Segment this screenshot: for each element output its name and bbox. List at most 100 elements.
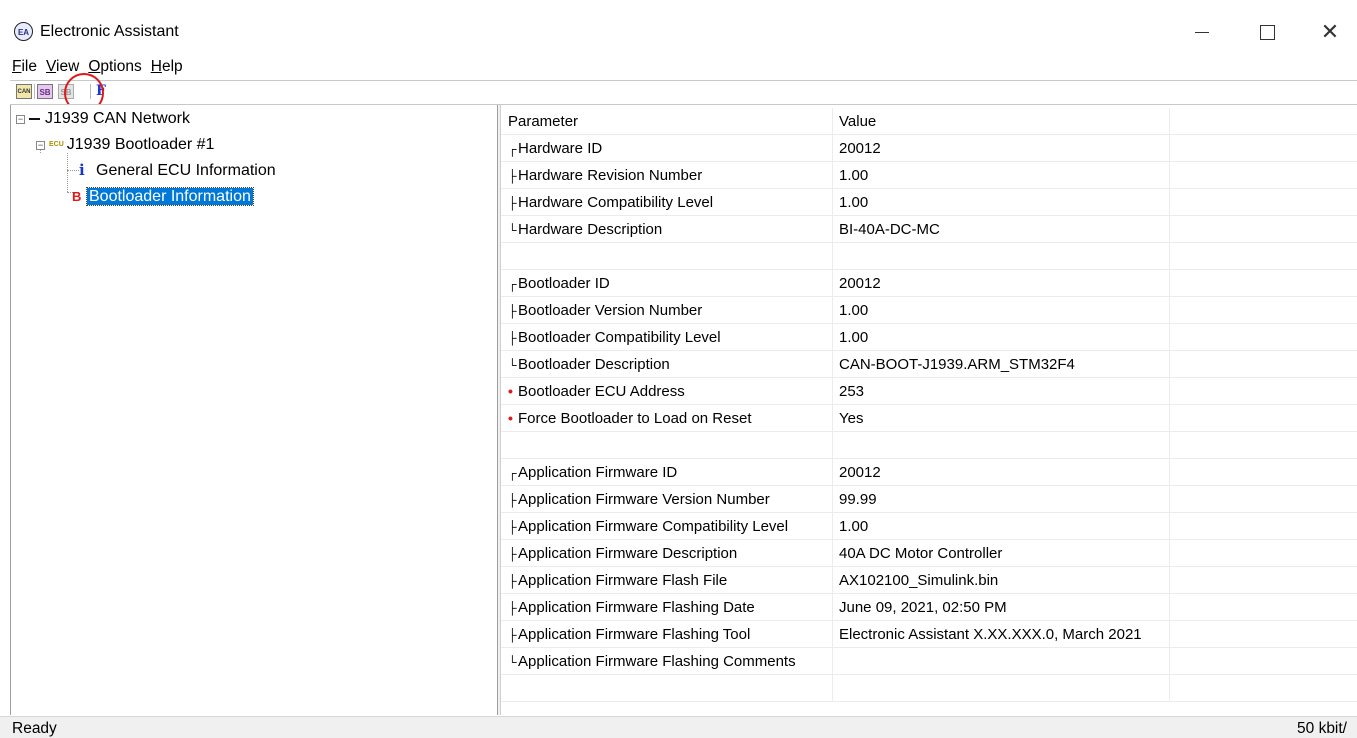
- table-row[interactable]: └Application Firmware Flashing Comments: [501, 648, 1357, 675]
- parameter-cell: • Force Bootloader to Load on Reset: [501, 405, 833, 432]
- group-marker-icon: ├: [508, 493, 517, 507]
- bootloader-b-icon: B: [72, 189, 82, 204]
- value-cell: AX102100_Simulink.bin: [833, 567, 1170, 594]
- parameter-cell: ├Application Firmware Compatibility Leve…: [501, 513, 833, 540]
- column-header-value[interactable]: Value: [833, 108, 1170, 135]
- table-row[interactable]: ├Application Firmware Flashing Tool Elect…: [501, 621, 1357, 648]
- table-row[interactable]: └Bootloader Description CAN-BOOT-J1939.AR…: [501, 351, 1357, 378]
- value-cell: 20012: [833, 270, 1170, 297]
- table-row[interactable]: ├Hardware Compatibility Level 1.00: [501, 189, 1357, 216]
- close-button[interactable]: ✕: [1308, 12, 1352, 52]
- parameter-cell: ├Application Firmware Flash File: [501, 567, 833, 594]
- status-bar: Ready 50 kbit/: [0, 716, 1357, 738]
- value-cell[interactable]: 253: [833, 378, 1170, 405]
- parameter-cell: ├Hardware Revision Number: [501, 162, 833, 189]
- value-cell: [833, 432, 1170, 459]
- value-cell: 1.00: [833, 297, 1170, 324]
- tree-connector: [67, 170, 79, 171]
- parameter-cell: └Bootloader Description: [501, 351, 833, 378]
- parameter-name: Hardware Compatibility Level: [518, 194, 714, 211]
- parameter-name: Application Firmware Compatibility Level: [518, 518, 789, 535]
- parameter-name: Bootloader Compatibility Level: [518, 329, 721, 346]
- parameter-name: Application Firmware Flashing Date: [518, 599, 755, 616]
- collapse-ecu-icon[interactable]: −: [36, 141, 45, 150]
- value-cell[interactable]: Yes: [833, 405, 1170, 432]
- table-row[interactable]: ┌Bootloader ID 20012: [501, 270, 1357, 297]
- table-row[interactable]: [501, 243, 1357, 270]
- value-cell: 1.00: [833, 162, 1170, 189]
- value-cell: Electronic Assistant X.XX.XXX.0, March 2…: [833, 621, 1170, 648]
- group-marker-icon: ┌: [508, 466, 517, 480]
- parameter-name: Bootloader Description: [518, 356, 670, 373]
- parameter-cell: ├Application Firmware Flashing Tool: [501, 621, 833, 648]
- parameter-name: Hardware ID: [518, 140, 603, 157]
- menu-file[interactable]: File: [12, 58, 37, 78]
- parameter-cell: ├Bootloader Version Number: [501, 297, 833, 324]
- table-row[interactable]: ├Bootloader Version Number 1.00: [501, 297, 1357, 324]
- window-title: Electronic Assistant: [40, 23, 179, 40]
- value-cell: CAN-BOOT-J1939.ARM_STM32F4: [833, 351, 1170, 378]
- parameter-cell: ├Bootloader Compatibility Level: [501, 324, 833, 351]
- group-marker-icon: ├: [508, 628, 517, 642]
- parameter-name: Application Firmware Description: [518, 545, 738, 562]
- table-row[interactable]: ├Application Firmware Flash File AX102100…: [501, 567, 1357, 594]
- parameter-name: Application Firmware Flash File: [518, 572, 728, 589]
- table-row[interactable]: • Bootloader ECU Address 253: [501, 378, 1357, 405]
- tree-item-can-network[interactable]: J1939 CAN Network: [29, 108, 190, 130]
- table-row[interactable]: ├Hardware Revision Number 1.00: [501, 162, 1357, 189]
- parameter-name: Application Firmware Flashing Comments: [518, 653, 796, 670]
- can-network-icon[interactable]: CAN: [16, 84, 32, 99]
- bootloader-sb-icon[interactable]: SB: [37, 84, 53, 99]
- value-cell: [833, 243, 1170, 270]
- minimize-button[interactable]: [1180, 12, 1224, 52]
- value-cell: 99.99: [833, 486, 1170, 513]
- minimize-icon: [1195, 31, 1209, 33]
- value-cell: 40A DC Motor Controller: [833, 540, 1170, 567]
- column-header-parameter[interactable]: Parameter: [501, 108, 833, 135]
- parameter-cell: └Application Firmware Flashing Comments: [501, 648, 833, 675]
- table-row[interactable]: ├Application Firmware Compatibility Leve…: [501, 513, 1357, 540]
- group-marker-icon: ├: [508, 574, 517, 588]
- group-marker-icon: ├: [508, 601, 517, 615]
- table-row[interactable]: • Force Bootloader to Load on Reset Yes: [501, 405, 1357, 432]
- network-icon: [29, 117, 40, 120]
- group-marker-icon: ├: [508, 169, 517, 183]
- table-row[interactable]: [501, 675, 1357, 702]
- table-row[interactable]: ┌Application Firmware ID 20012: [501, 459, 1357, 486]
- parameter-cell: [501, 243, 833, 270]
- group-marker-icon: ├: [508, 520, 517, 534]
- parameter-cell: └Hardware Description: [501, 216, 833, 243]
- table-row[interactable]: [501, 432, 1357, 459]
- parameter-cell: ┌Hardware ID: [501, 135, 833, 162]
- tree-item-bootloader-ecu[interactable]: ECU J1939 Bootloader #1: [49, 134, 214, 156]
- table-row[interactable]: ┌Hardware ID 20012: [501, 135, 1357, 162]
- group-marker-icon: ├: [508, 304, 517, 318]
- table-row[interactable]: └Hardware Description BI-40A-DC-MC: [501, 216, 1357, 243]
- title-bar: EA Electronic Assistant ✕: [0, 0, 1357, 56]
- table-row[interactable]: ├Application Firmware Flashing Date June …: [501, 594, 1357, 621]
- status-text: Ready: [12, 720, 57, 737]
- parameter-cell: • Bootloader ECU Address: [501, 378, 833, 405]
- group-marker-icon: ┌: [508, 142, 517, 156]
- group-marker-icon: ┌: [508, 277, 517, 291]
- menu-options[interactable]: Options: [88, 58, 141, 78]
- parameter-name: Hardware Description: [518, 221, 663, 238]
- value-cell: 20012: [833, 459, 1170, 486]
- table-row[interactable]: ├Application Firmware Version Number 99.9…: [501, 486, 1357, 513]
- collapse-root-icon[interactable]: −: [16, 115, 25, 124]
- table-row[interactable]: ├Application Firmware Description 40A DC …: [501, 540, 1357, 567]
- parameter-name: Bootloader ECU Address: [518, 383, 685, 400]
- parameter-cell: ├Application Firmware Version Number: [501, 486, 833, 513]
- table-row[interactable]: ├Bootloader Compatibility Level 1.00: [501, 324, 1357, 351]
- group-marker-icon: ├: [508, 547, 517, 561]
- menu-help[interactable]: Help: [151, 58, 183, 78]
- value-cell: 1.00: [833, 513, 1170, 540]
- parameter-name: Force Bootloader to Load on Reset: [518, 410, 752, 427]
- maximize-button[interactable]: [1245, 12, 1289, 52]
- tree-item-general-ecu-information[interactable]: i General ECU Information: [79, 159, 276, 182]
- tree-item-bootloader-information[interactable]: B Bootloader Information: [72, 186, 254, 208]
- editable-marker-icon: •: [508, 410, 513, 426]
- value-cell: BI-40A-DC-MC: [833, 216, 1170, 243]
- parameter-name: Bootloader Version Number: [518, 302, 703, 319]
- value-cell: [833, 648, 1170, 675]
